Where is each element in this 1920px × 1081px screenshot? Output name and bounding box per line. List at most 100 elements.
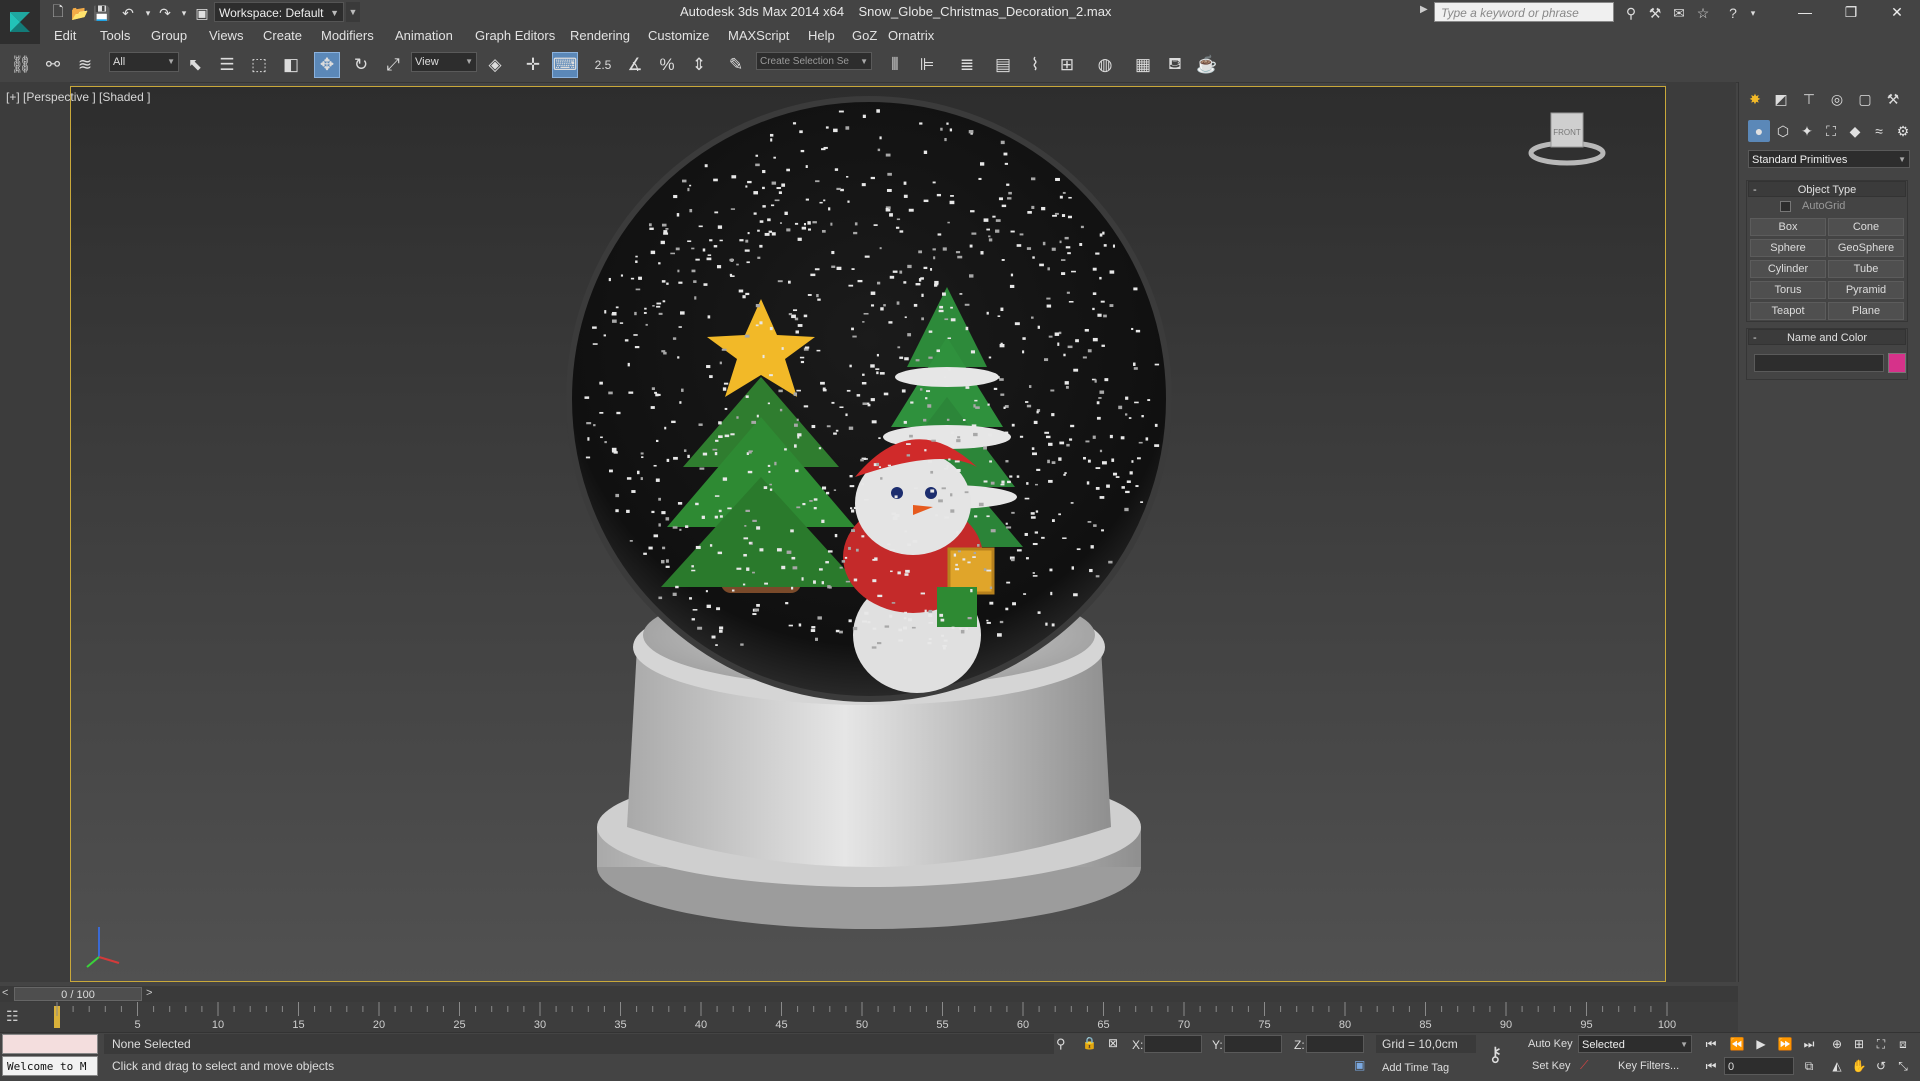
menu-views[interactable]: Views — [209, 26, 243, 46]
binoculars-icon[interactable]: ⚲ — [1620, 3, 1642, 23]
z-coordinate-field[interactable] — [1306, 1035, 1364, 1053]
rendered-frame-window-icon[interactable]: ⛾ — [1162, 52, 1188, 78]
x-coordinate-field[interactable] — [1144, 1035, 1202, 1053]
next-frame-icon[interactable]: ⏩ — [1774, 1034, 1796, 1054]
shapes-icon[interactable]: ⬡ — [1772, 120, 1794, 142]
play-icon[interactable]: ▶ — [1750, 1034, 1772, 1054]
maximize-viewport-icon[interactable]: ⤡ — [1892, 1056, 1914, 1076]
search-input[interactable]: Type a keyword or phrase — [1434, 2, 1614, 22]
select-by-name-icon[interactable]: ☰ — [214, 52, 240, 78]
render-setup-icon[interactable]: ▦ — [1130, 52, 1156, 78]
time-configuration-icon[interactable]: ⧉ — [1798, 1056, 1820, 1076]
time-slider-next-icon[interactable]: > — [146, 987, 152, 999]
align-icon[interactable]: ⊫ — [914, 52, 940, 78]
menu-customize[interactable]: Customize — [648, 26, 709, 46]
previous-frame-icon[interactable]: ⏪ — [1726, 1034, 1748, 1054]
window-crossing-icon[interactable]: ◧ — [278, 52, 304, 78]
menu-create[interactable]: Create — [263, 26, 302, 46]
close-icon[interactable]: ✕ — [1874, 0, 1920, 24]
name-color-rollout-header[interactable]: - Name and Color — [1748, 329, 1906, 345]
add-time-tag[interactable]: Add Time Tag — [1382, 1062, 1449, 1074]
torus-button[interactable]: Torus — [1750, 281, 1826, 299]
go-to-end-icon[interactable]: ⏭ — [1798, 1034, 1820, 1054]
geometry-icon[interactable]: ● — [1748, 120, 1770, 142]
selection-lock-icon[interactable]: 🔒 — [1082, 1036, 1097, 1050]
pan-view-icon[interactable]: ✋ — [1848, 1056, 1870, 1076]
default-tangents-icon[interactable]: ⟋ — [1580, 1058, 1588, 1073]
field-of-view-icon[interactable]: ◭ — [1826, 1056, 1848, 1076]
help-icon[interactable]: ? — [1722, 3, 1744, 23]
modify-tab-icon[interactable]: ◩ — [1770, 88, 1792, 110]
menu-maxscript[interactable]: MAXScript — [728, 26, 789, 46]
cone-button[interactable]: Cone — [1828, 218, 1904, 236]
menu-animation[interactable]: Animation — [395, 26, 453, 46]
lights-icon[interactable]: ✦ — [1796, 120, 1818, 142]
quick-access-customize-icon[interactable]: ▼ — [346, 2, 360, 22]
plane-button[interactable]: Plane — [1828, 302, 1904, 320]
rectangular-selection-icon[interactable]: ⬚ — [246, 52, 272, 78]
selection-filter-dropdown[interactable]: All ▼ — [109, 52, 179, 72]
help-dropdown-icon[interactable]: ▾ — [1742, 3, 1764, 23]
maxscript-listener-input[interactable] — [2, 1034, 98, 1054]
new-file-icon[interactable]: 🗋 — [48, 3, 68, 23]
angle-snap-icon[interactable]: ∡ — [622, 52, 648, 78]
material-editor-icon[interactable]: ◍ — [1092, 52, 1118, 78]
key-filters-button[interactable]: Key Filters... — [1618, 1060, 1679, 1072]
time-tag-icon[interactable]: ▣ — [1354, 1058, 1365, 1072]
mini-curve-editor-icon[interactable]: ☷ — [6, 1008, 19, 1025]
menu-help[interactable]: Help — [808, 26, 835, 46]
maxscript-welcome[interactable]: Welcome to M — [2, 1056, 98, 1076]
select-and-scale-icon[interactable]: ⤢ — [380, 52, 406, 78]
isolate-selection-icon[interactable]: ⚲ — [1056, 1036, 1066, 1052]
object-name-field[interactable] — [1754, 354, 1884, 372]
time-slider-thumb[interactable]: 0 / 100 — [14, 987, 142, 1001]
open-file-icon[interactable]: 📂 — [70, 3, 90, 23]
select-object-icon[interactable]: ⬉ — [182, 52, 208, 78]
search-expand-icon[interactable]: ▶ — [1420, 4, 1428, 15]
unlink-icon[interactable]: ⚯ — [40, 52, 66, 78]
select-manipulate-icon[interactable]: ✛ — [520, 52, 546, 78]
menu-tools[interactable]: Tools — [100, 26, 130, 46]
favorites-star-icon[interactable]: ☆ — [1692, 3, 1714, 23]
render-production-icon[interactable]: ☕ — [1194, 52, 1220, 78]
select-and-move-icon[interactable]: ✥ — [314, 52, 340, 78]
box-button[interactable]: Box — [1750, 218, 1826, 236]
communication-center-icon[interactable]: ✉ — [1668, 3, 1690, 23]
set-key-button[interactable]: Set Key — [1532, 1060, 1571, 1072]
layer-manager-icon[interactable]: ≣ — [954, 52, 980, 78]
time-slider-prev-icon[interactable]: < — [2, 987, 8, 999]
select-and-rotate-icon[interactable]: ↻ — [348, 52, 374, 78]
workspace-dropdown[interactable]: Workspace: Default ▼ — [214, 2, 344, 22]
autogrid-checkbox[interactable] — [1780, 201, 1791, 212]
zoom-all-icon[interactable]: ⊞ — [1848, 1034, 1870, 1054]
create-tab-icon[interactable]: ✸ — [1744, 88, 1766, 110]
pyramid-button[interactable]: Pyramid — [1828, 281, 1904, 299]
reference-coordinate-dropdown[interactable]: View ▼ — [411, 52, 477, 72]
helpers-icon[interactable]: ◆ — [1844, 120, 1866, 142]
systems-icon[interactable]: ⚙ — [1892, 120, 1914, 142]
primitive-category-dropdown[interactable]: Standard Primitives ▼ — [1748, 150, 1910, 168]
schematic-view-icon[interactable]: ⊞ — [1054, 52, 1080, 78]
time-slider-track[interactable] — [0, 986, 1738, 1002]
spinner-snap-icon[interactable]: ⇕ — [686, 52, 712, 78]
select-and-link-icon[interactable]: ⛓ — [8, 52, 34, 78]
geosphere-button[interactable]: GeoSphere — [1828, 239, 1904, 257]
perspective-viewport[interactable]: FRONT — [70, 86, 1666, 982]
hierarchy-tab-icon[interactable]: ⊤ — [1798, 88, 1820, 110]
named-selection-dropdown[interactable]: Create Selection Se ▼ — [756, 52, 872, 70]
absolute-mode-icon[interactable]: ⊠ — [1108, 1036, 1118, 1050]
menu-group[interactable]: Group — [151, 26, 187, 46]
menu-edit[interactable]: Edit — [54, 26, 76, 46]
go-to-start-icon[interactable]: ⏮ — [1700, 1034, 1722, 1054]
snaps-toggle-icon[interactable]: 2.5 — [590, 52, 616, 78]
object-color-swatch[interactable] — [1888, 353, 1906, 373]
pivot-center-icon[interactable]: ◈ — [482, 52, 508, 78]
graphite-toggle-icon[interactable]: ▤ — [990, 52, 1016, 78]
cylinder-button[interactable]: Cylinder — [1750, 260, 1826, 278]
space-warps-icon[interactable]: ≈ — [1868, 120, 1890, 142]
keyboard-shortcut-toggle-icon[interactable]: ⌨ — [552, 52, 578, 78]
bind-space-warp-icon[interactable]: ≋ — [72, 52, 98, 78]
current-frame-field[interactable]: 0 — [1724, 1057, 1794, 1075]
auto-key-button[interactable]: Auto Key — [1528, 1038, 1573, 1050]
restore-icon[interactable]: ❐ — [1828, 0, 1874, 24]
